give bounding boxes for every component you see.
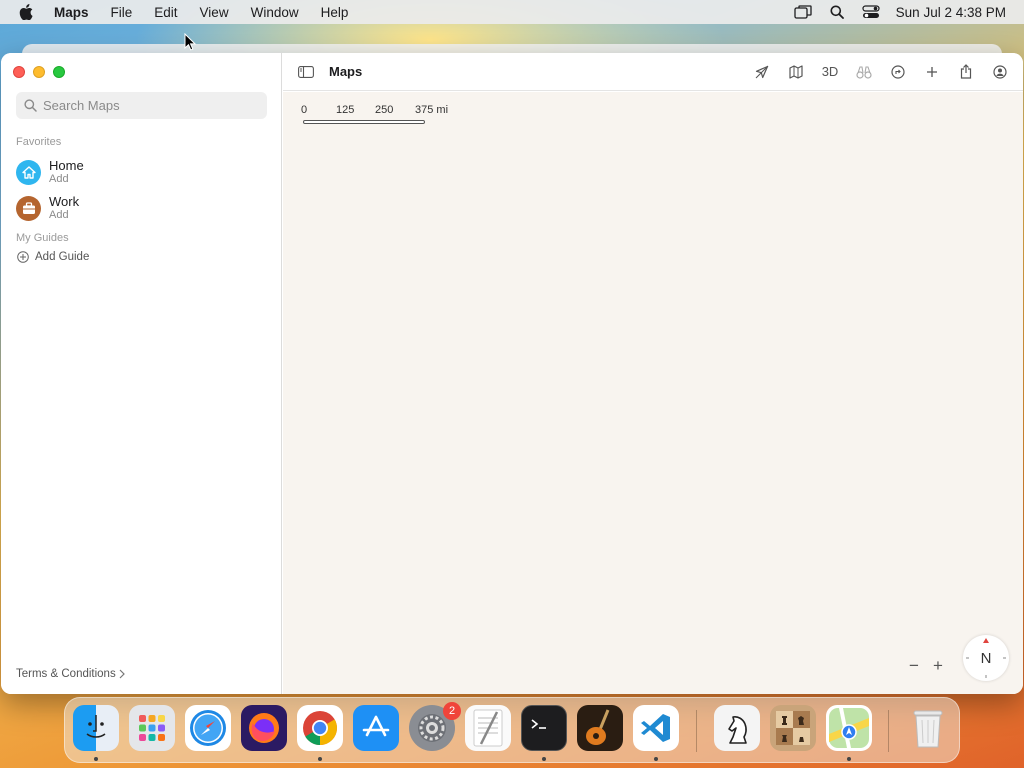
running-indicator [847,757,851,761]
look-around-binoculars-icon[interactable] [847,59,881,85]
house-icon [16,159,41,185]
scale-bar [303,120,425,124]
search-icon [24,99,37,112]
plus-circle-icon [17,251,29,263]
window-controls [13,66,65,78]
map-mode-icon[interactable] [779,59,813,85]
control-center-icon[interactable] [854,0,888,24]
scale-label: 250 [375,104,394,116]
terms-link[interactable]: Terms & Conditions [16,668,126,680]
menu-bar-clock[interactable]: Sun Jul 2 4:38 PM [888,5,1024,20]
textedit-icon[interactable] [465,705,511,751]
vscode-icon[interactable] [633,705,679,751]
compass[interactable]: N [963,635,1009,681]
sidebar-toggle-icon[interactable] [297,65,315,79]
chevron-right-icon [119,669,125,679]
zoom-controls: − + [905,656,947,675]
briefcase-icon [16,195,41,221]
menu-file[interactable]: File [100,0,144,24]
favorite-home[interactable]: Home Add [16,158,84,186]
notification-badge: 2 [443,702,461,720]
sidebar: Favorites Home Add Work Add My Guides Ad… [1,53,282,694]
menu-bar: Maps File Edit View Window Help Sun Jul … [0,0,1024,24]
menu-edit[interactable]: Edit [143,0,188,24]
mouse-cursor-icon [184,32,197,56]
favorite-work[interactable]: Work Add [16,194,80,222]
location-arrow-icon[interactable] [745,59,779,85]
window-title: Maps [329,64,363,79]
zoom-in-button[interactable]: + [929,656,947,675]
menu-view[interactable]: View [189,0,240,24]
my-guides-heading: My Guides [16,232,69,244]
chess-icon[interactable] [714,705,760,751]
appstore-icon[interactable] [353,705,399,751]
zoom-button[interactable] [53,66,65,78]
map-toolbar: Maps 3D [283,53,1023,91]
favorite-work-sub: Add [49,209,69,222]
running-indicator [94,757,98,761]
zoom-out-button[interactable]: − [905,656,923,675]
maps-icon[interactable] [826,705,872,751]
minimize-button[interactable] [33,66,45,78]
add-guide-button[interactable]: Add Guide [17,251,89,263]
settings-icon[interactable]: 2 [409,702,461,751]
plus-icon[interactable] [915,59,949,85]
firefox-icon[interactable] [241,705,287,751]
apple-menu-icon[interactable] [0,4,52,20]
search-bar[interactable] [16,92,267,119]
chrome-icon[interactable] [297,705,343,751]
3d-button[interactable]: 3D [813,59,847,85]
menu-app-name[interactable]: Maps [52,0,100,24]
screen-mirroring-icon[interactable] [786,0,820,24]
trash-icon[interactable] [905,705,951,751]
menu-help[interactable]: Help [310,0,360,24]
add-guide-label: Add Guide [35,251,90,263]
launchpad-icon[interactable] [129,705,175,751]
running-indicator [654,757,658,761]
share-icon[interactable] [949,59,983,85]
search-input[interactable] [43,98,253,113]
spotlight-search-icon[interactable] [820,0,854,24]
finder-icon[interactable] [73,705,119,751]
terms-label: Terms & Conditions [16,668,116,680]
favorite-home-name: Home [49,158,84,173]
safari-icon[interactable] [185,705,231,751]
close-button[interactable] [13,66,25,78]
menu-window[interactable]: Window [240,0,310,24]
maps-window: Favorites Home Add Work Add My Guides Ad… [1,53,1023,694]
chessboard-icon[interactable] [770,705,816,751]
running-indicator [318,757,322,761]
directions-icon[interactable] [881,59,915,85]
terminal-icon[interactable] [521,705,567,751]
map-canvas[interactable]: 0 125 250 375 mi − + N [283,92,1023,694]
garageband-icon[interactable] [577,705,623,751]
favorites-heading: Favorites [16,136,62,148]
scale-label: 125 [336,104,355,116]
running-indicator [542,757,546,761]
favorite-home-sub: Add [49,173,69,186]
scale-label: 375 mi [415,104,449,116]
dock-separator [888,710,889,752]
scale-label: 0 [301,104,308,116]
dock: 2 [64,697,960,763]
dock-separator [696,710,697,752]
compass-label: N [980,649,992,667]
account-icon[interactable] [983,59,1017,85]
favorite-work-name: Work [49,194,80,209]
